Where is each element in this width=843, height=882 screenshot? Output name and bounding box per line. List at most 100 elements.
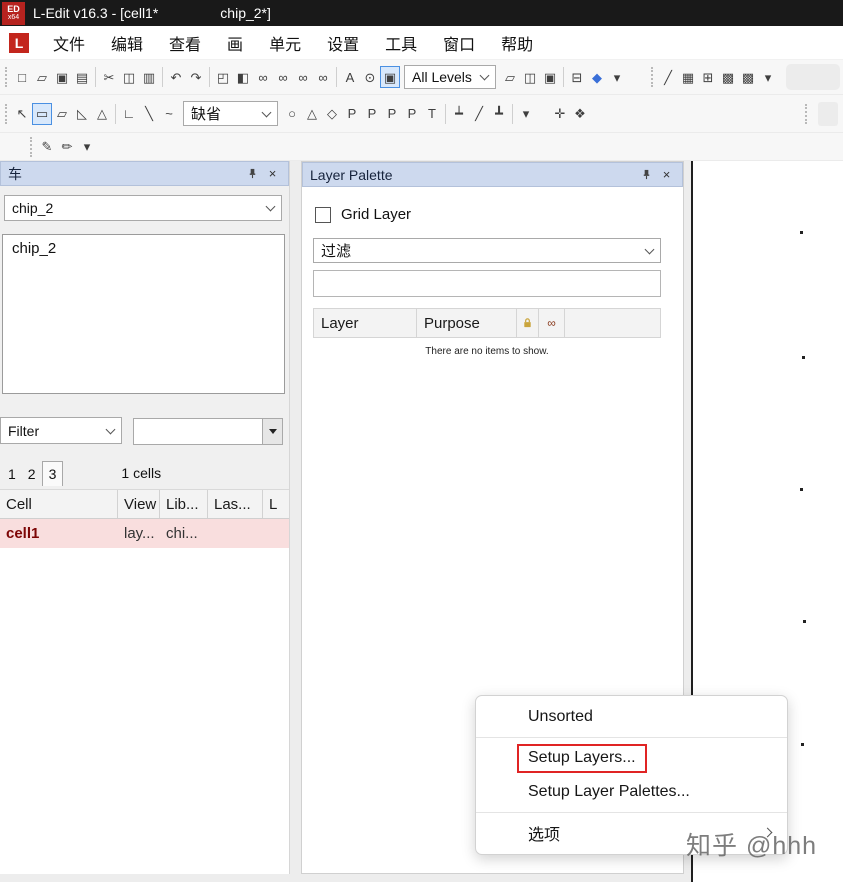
column-header-view[interactable]: View [118, 490, 160, 518]
highlight-icon[interactable]: ◆ [587, 66, 607, 88]
copy-icon[interactable]: ◫ [119, 66, 139, 88]
close-icon[interactable]: × [264, 165, 281, 182]
design-navigator-icon[interactable]: ◰ [213, 66, 233, 88]
edit-in-place-icon[interactable]: ▣ [540, 66, 560, 88]
column-header-last[interactable]: Las... [208, 490, 263, 518]
menu-setup[interactable]: 设置 [314, 27, 372, 59]
close-icon[interactable]: × [658, 166, 675, 183]
paste-to-cell-icon[interactable]: ◫ [520, 66, 540, 88]
wire-45-tool-icon[interactable]: ╲ [139, 103, 159, 125]
layer-filter-combo[interactable]: 过滤 [313, 238, 661, 263]
wire-style-combo[interactable]: 缺省 [183, 101, 278, 126]
layer-search-input[interactable] [313, 270, 661, 297]
design-rule-icon[interactable]: ⊞ [698, 66, 718, 88]
menu-tools[interactable]: 工具 [372, 27, 430, 59]
filter-text-combo[interactable] [133, 418, 283, 445]
toolbar-options-icon[interactable]: ▾ [77, 136, 97, 158]
column-header-library[interactable]: Lib... [160, 490, 208, 518]
levels-combo[interactable]: All Levels [404, 65, 496, 89]
cell-list-tab-1[interactable]: 1 [2, 462, 22, 486]
cut-icon[interactable]: ✂ [99, 66, 119, 88]
open-file-icon[interactable]: ▱ [32, 66, 52, 88]
context-item-setup-layer-palettes[interactable]: Setup Layer Palettes... [476, 775, 787, 809]
zoom-tool-icon[interactable]: ⊙ [360, 66, 380, 88]
port-point-tool-icon[interactable]: P [362, 103, 382, 125]
cell-list-tab-3[interactable]: 3 [41, 461, 64, 486]
toolbar-grip[interactable] [5, 103, 7, 124]
view-levels-icon[interactable]: ▣ [380, 66, 400, 88]
visibility-icon[interactable]: ∞ [539, 309, 565, 337]
port-line-tool-icon[interactable]: P [382, 103, 402, 125]
pen-tool-icon[interactable]: ✎ [37, 136, 57, 158]
rotate-tool-icon[interactable]: ❖ [570, 103, 590, 125]
title-bar[interactable]: ED x64 L-Edit v16.3 - [cell1* chip_2*] [0, 0, 843, 26]
column-header-l[interactable]: L [263, 490, 289, 518]
cross-section-icon[interactable]: ⊟ [567, 66, 587, 88]
overflow-icon[interactable]: ▾ [758, 66, 778, 88]
table-row[interactable]: cell1 lay... chi... [0, 519, 289, 548]
toolbar-grip[interactable] [651, 67, 653, 87]
rectangle-tool-icon[interactable]: ▭ [32, 102, 52, 125]
cell-list-tab-2[interactable]: 2 [22, 462, 42, 486]
lock-icon[interactable] [517, 309, 539, 337]
port-polygon-tool-icon[interactable]: P [402, 103, 422, 125]
find-icon[interactable]: ∞ [253, 66, 273, 88]
layer-palette-header[interactable]: Layer Palette × [302, 162, 683, 187]
dropdown-button[interactable] [262, 419, 282, 444]
polygon-any-angle-tool-icon[interactable]: △ [92, 103, 112, 125]
list-item[interactable]: chip_2 [3, 235, 284, 262]
move-point-icon[interactable]: ✛ [550, 103, 570, 125]
pin-icon[interactable] [244, 165, 261, 182]
cell-list[interactable]: chip_2 [2, 234, 285, 394]
paste-icon[interactable]: ▥ [139, 66, 159, 88]
text-tool-icon[interactable]: T [422, 103, 442, 125]
pie-tool-icon[interactable]: △ [302, 103, 322, 125]
find-next-icon[interactable]: ∞ [273, 66, 293, 88]
menu-view[interactable]: 查看 [156, 27, 214, 59]
redo-icon[interactable]: ↷ [186, 66, 206, 88]
circle-tool-icon[interactable]: ○ [282, 103, 302, 125]
toolbar-grip[interactable] [30, 136, 32, 157]
ledit-document-icon[interactable]: L [9, 32, 29, 53]
cell-select-combo[interactable]: chip_2 [4, 195, 282, 221]
menu-edit[interactable]: 编辑 [98, 27, 156, 59]
column-header-cell[interactable]: Cell [0, 490, 118, 518]
undo-icon[interactable]: ↶ [166, 66, 186, 88]
zoom-text-icon[interactable]: A [340, 66, 360, 88]
filter-text-field[interactable] [134, 419, 262, 444]
ruler-90-tool-icon[interactable]: ┷ [449, 103, 469, 125]
window-cascade-icon[interactable]: ▩ [738, 66, 758, 88]
marker-tool-icon[interactable]: ✏ [57, 136, 77, 158]
toolbar-grip[interactable] [5, 67, 7, 87]
draw-line-icon[interactable]: ╱ [658, 66, 678, 88]
toolbar-options-icon[interactable]: ▾ [516, 103, 536, 125]
grid-layer-checkbox[interactable] [315, 206, 331, 223]
port-box-tool-icon[interactable]: P [342, 103, 362, 125]
save-view-icon[interactable]: ▦ [678, 66, 698, 88]
import-file-icon[interactable]: ▣ [52, 66, 72, 88]
window-tile-icon[interactable]: ▩ [718, 66, 738, 88]
select-cursor-icon[interactable]: ↖ [12, 103, 32, 125]
menu-window[interactable]: 窗口 [430, 27, 488, 59]
ruler-any-tool-icon[interactable]: ┻ [489, 103, 509, 125]
find-object-icon[interactable]: ∞ [313, 66, 333, 88]
toolbar-grip[interactable] [805, 103, 807, 124]
menu-help[interactable]: 帮助 [488, 27, 546, 59]
menu-file[interactable]: 文件 [40, 27, 98, 59]
filter-combo[interactable]: Filter [0, 417, 122, 444]
polygon-90-tool-icon[interactable]: ▱ [52, 103, 72, 125]
print-icon[interactable]: ▤ [72, 66, 92, 88]
column-header-layer[interactable]: Layer [314, 309, 417, 337]
toolbar-options-icon[interactable]: ▾ [607, 66, 627, 88]
wire-any-angle-tool-icon[interactable]: ~ [159, 103, 179, 125]
ruler-45-tool-icon[interactable]: ╱ [469, 103, 489, 125]
find-previous-icon[interactable]: ∞ [293, 66, 313, 88]
library-browser-icon[interactable]: ◧ [233, 66, 253, 88]
menu-cell[interactable]: 单元 [256, 27, 314, 59]
wire-90-tool-icon[interactable]: ∟ [119, 103, 139, 125]
design-navigator-header[interactable]: 车 × [0, 161, 289, 186]
pin-icon[interactable] [638, 166, 655, 183]
column-header-purpose[interactable]: Purpose [417, 309, 517, 337]
polygon-45-tool-icon[interactable]: ◺ [72, 103, 92, 125]
menu-draw[interactable]: 画 [214, 27, 256, 59]
